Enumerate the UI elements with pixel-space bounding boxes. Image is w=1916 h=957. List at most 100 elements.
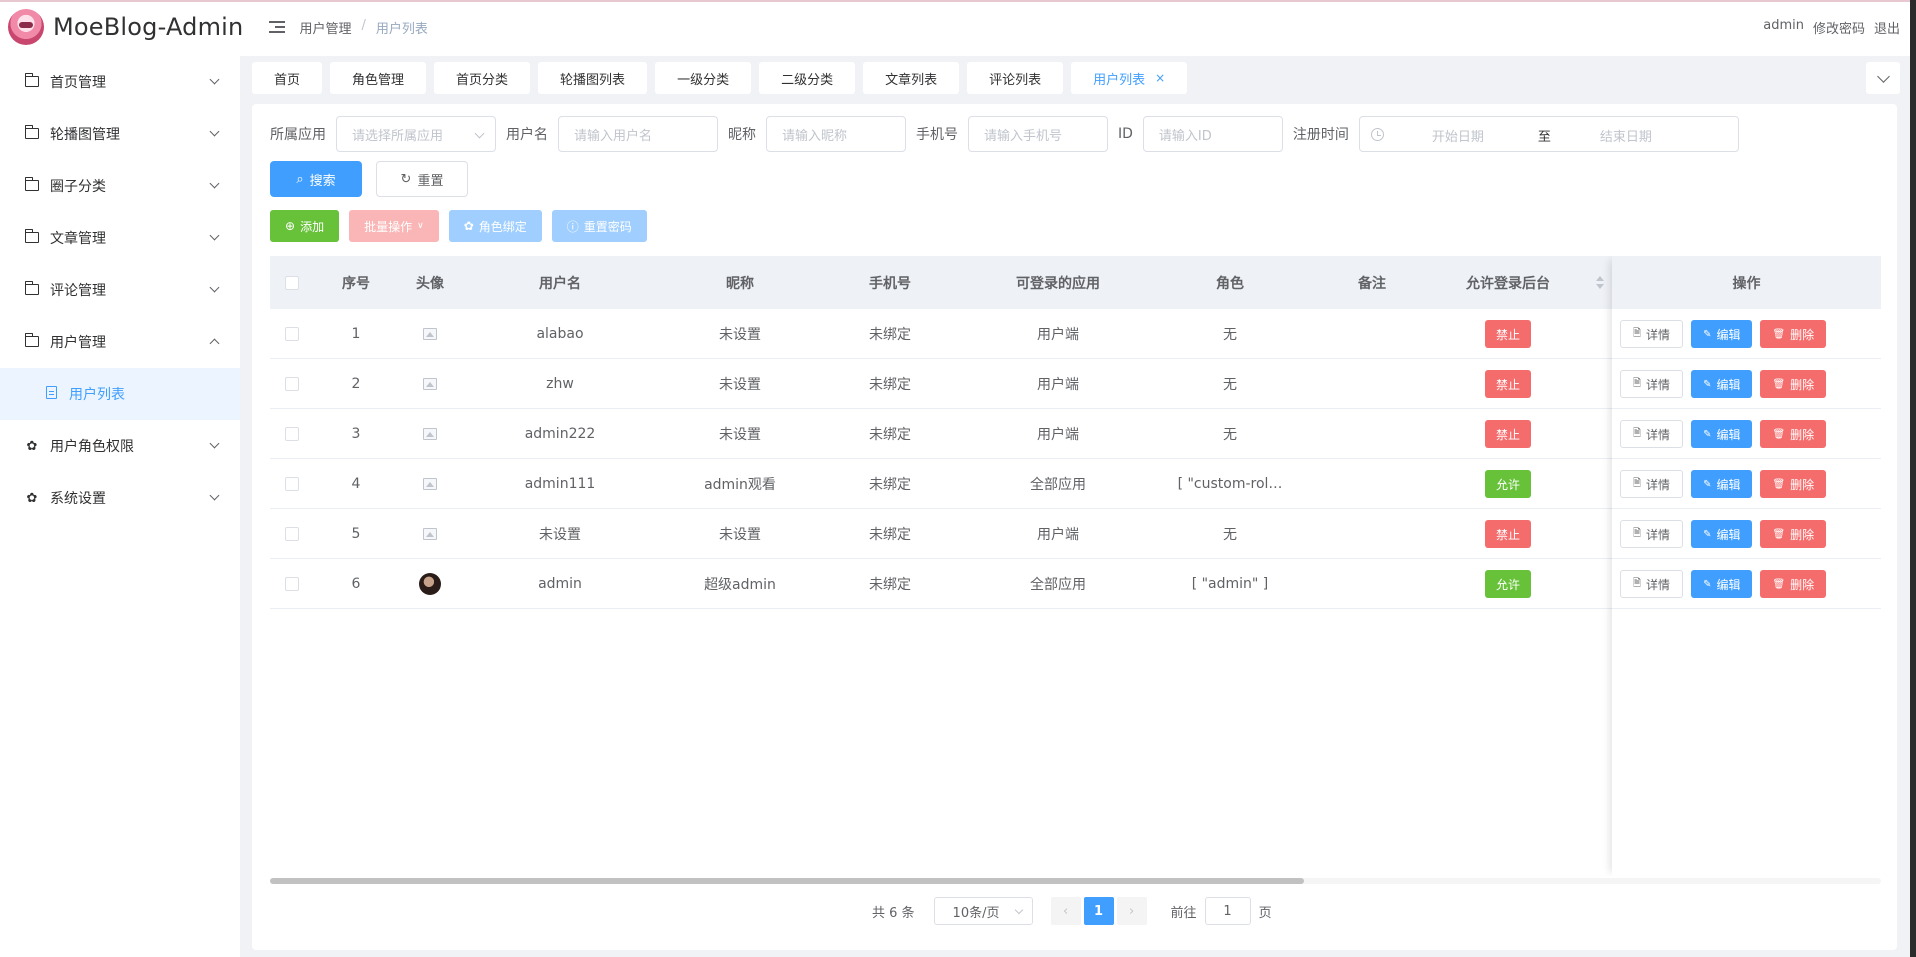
- tab-role-management[interactable]: 角色管理: [330, 62, 427, 94]
- row-checkbox[interactable]: [285, 577, 299, 591]
- allow-login-toggle[interactable]: 禁止: [1484, 420, 1531, 448]
- search-button-label: 搜索: [309, 173, 336, 189]
- logo-icon: [8, 9, 44, 45]
- tab-user-list[interactable]: 用户列表 ×: [1071, 62, 1188, 94]
- scrollbar-thumb[interactable]: [270, 878, 1304, 884]
- tab-level1-category[interactable]: 一级分类: [655, 62, 752, 94]
- avatar-cell: [398, 459, 462, 509]
- select-all-checkbox[interactable]: [285, 275, 299, 290]
- tab-level2-category[interactable]: 二级分类: [759, 62, 856, 94]
- avatar-cell: [398, 509, 462, 559]
- cell-phone: 未绑定: [869, 577, 911, 593]
- start-date[interactable]: 开始日期: [1432, 126, 1484, 145]
- row-checkbox[interactable]: [285, 477, 299, 491]
- sidebar-item-home[interactable]: 首页管理: [0, 56, 240, 108]
- folder-icon: [24, 332, 40, 350]
- search-button[interactable]: ⌕ 搜索: [270, 161, 362, 197]
- image-placeholder-icon: [423, 528, 437, 540]
- col-app: 可登录的应用: [1016, 275, 1100, 292]
- id-input[interactable]: 请输入ID: [1142, 116, 1283, 152]
- page-size-select[interactable]: 10条/页: [933, 897, 1033, 925]
- cell-nickname: 超级admin: [704, 577, 776, 593]
- regtime-label: 注册时间: [1292, 127, 1349, 143]
- sidebar-item-comments[interactable]: 评论管理: [0, 264, 240, 316]
- sort-icon[interactable]: [1596, 276, 1604, 290]
- allow-login-toggle[interactable]: 允许: [1484, 470, 1531, 498]
- col-allow-login[interactable]: 允许登录后台: [1442, 256, 1574, 309]
- sidebar-item-circle[interactable]: 圈子分类: [0, 160, 240, 212]
- breadcrumb-item-parent[interactable]: 用户管理: [299, 18, 351, 37]
- cell-nickname: 未设置: [719, 377, 761, 393]
- role-bind-label: 角色绑定: [478, 219, 527, 234]
- page-size-value: 10条/页: [952, 905, 1000, 921]
- cell-remark: [1302, 509, 1442, 559]
- nickname-placeholder: 请输入昵称: [782, 128, 848, 144]
- tab-article-list[interactable]: 文章列表: [863, 62, 960, 94]
- horizontal-scrollbar[interactable]: [270, 878, 1881, 884]
- allow-login-cell: 禁止: [1442, 409, 1574, 459]
- search-form: 所属应用 请选择所属应用 用户名 请输入用户名 昵称 请输入昵称 手机号 请输入…: [270, 116, 1739, 152]
- tab-comment-list[interactable]: 评论列表: [967, 62, 1064, 94]
- sidebar-item-users[interactable]: 用户管理: [0, 316, 240, 368]
- allow-login-toggle[interactable]: 允许: [1484, 570, 1531, 598]
- cell-phone: 未绑定: [869, 377, 911, 393]
- sidebar: 首页管理 轮播图管理 圈子分类 文章管理 评论管理 用户管理 用户列表 ✿ 用户角…: [0, 56, 240, 957]
- goto-page-input[interactable]: 1: [1204, 897, 1251, 925]
- batch-operation-button[interactable]: 批量操作 ∨: [349, 210, 439, 242]
- reset-password-button[interactable]: ⓘ 重置密码: [551, 210, 647, 242]
- allow-login-toggle[interactable]: 禁止: [1484, 320, 1531, 348]
- avatar: [419, 573, 441, 595]
- info-icon: ⓘ: [566, 219, 579, 234]
- allow-login-toggle[interactable]: 禁止: [1484, 370, 1531, 398]
- role-bind-button[interactable]: ✿ 角色绑定: [448, 210, 542, 242]
- end-date[interactable]: 结束日期: [1600, 126, 1652, 145]
- tab-label: 用户列表: [1093, 72, 1146, 88]
- next-page-button[interactable]: ›: [1116, 897, 1147, 925]
- row-checkbox-cell: [270, 309, 314, 359]
- tab-home-category[interactable]: 首页分类: [434, 62, 531, 94]
- brand-title: MoeBlog-Admin: [53, 13, 244, 41]
- current-user[interactable]: admin: [1763, 18, 1804, 37]
- image-placeholder-icon: [423, 428, 437, 440]
- tab-carousel-list[interactable]: 轮播图列表: [538, 62, 648, 94]
- tabs-dropdown-button[interactable]: [1866, 62, 1900, 94]
- chevron-down-icon: [209, 126, 220, 137]
- sidebar-item-carousel[interactable]: 轮播图管理: [0, 108, 240, 160]
- change-password-link[interactable]: 修改密码: [1813, 18, 1865, 37]
- sidebar-subitem-user-list[interactable]: 用户列表: [0, 368, 240, 420]
- cell-username: 未设置: [539, 527, 581, 543]
- chevron-up-icon: [209, 338, 220, 349]
- date-range-picker[interactable]: 开始日期 至 结束日期: [1358, 116, 1739, 152]
- tab-home[interactable]: 首页: [252, 62, 323, 94]
- close-icon[interactable]: ×: [1155, 71, 1165, 85]
- row-checkbox-cell: [270, 409, 314, 459]
- sidebar-item-settings[interactable]: ✿ 系统设置: [0, 472, 240, 524]
- nickname-label: 昵称: [728, 127, 756, 143]
- allow-login-toggle[interactable]: 禁止: [1484, 520, 1531, 548]
- username-input[interactable]: 请输入用户名: [558, 116, 718, 152]
- row-checkbox[interactable]: [285, 327, 299, 341]
- cell-nickname: 未设置: [719, 427, 761, 443]
- row-checkbox[interactable]: [285, 377, 299, 391]
- nickname-input[interactable]: 请输入昵称: [766, 116, 906, 152]
- sidebar-item-roles[interactable]: ✿ 用户角色权限: [0, 420, 240, 472]
- logout-link[interactable]: 退出: [1874, 18, 1900, 37]
- reset-password-label: 重置密码: [583, 219, 632, 234]
- sidebar-item-articles[interactable]: 文章管理: [0, 212, 240, 264]
- phone-input[interactable]: 请输入手机号: [968, 116, 1108, 152]
- add-button[interactable]: ⊕ 添加: [270, 210, 340, 242]
- row-checkbox[interactable]: [285, 427, 299, 441]
- app-select[interactable]: 请选择所属应用: [336, 116, 496, 152]
- col-phone: 手机号: [869, 275, 911, 292]
- row-checkbox-cell: [270, 509, 314, 559]
- row-checkbox[interactable]: [285, 527, 299, 541]
- prev-page-button[interactable]: ‹: [1050, 897, 1081, 925]
- menu-fold-icon[interactable]: [269, 21, 286, 33]
- image-placeholder-icon: [423, 378, 437, 390]
- app-root: MoeBlog-Admin 用户管理 / 用户列表 admin 修改密码 退出 …: [0, 0, 1916, 957]
- cell-username: admin222: [524, 426, 596, 442]
- cell-role: [ "admin" ]: [1191, 576, 1269, 592]
- cell-app: 全部应用: [1030, 577, 1086, 593]
- reset-button[interactable]: ↻ 重置: [376, 161, 468, 197]
- page-number-current[interactable]: 1: [1083, 897, 1114, 925]
